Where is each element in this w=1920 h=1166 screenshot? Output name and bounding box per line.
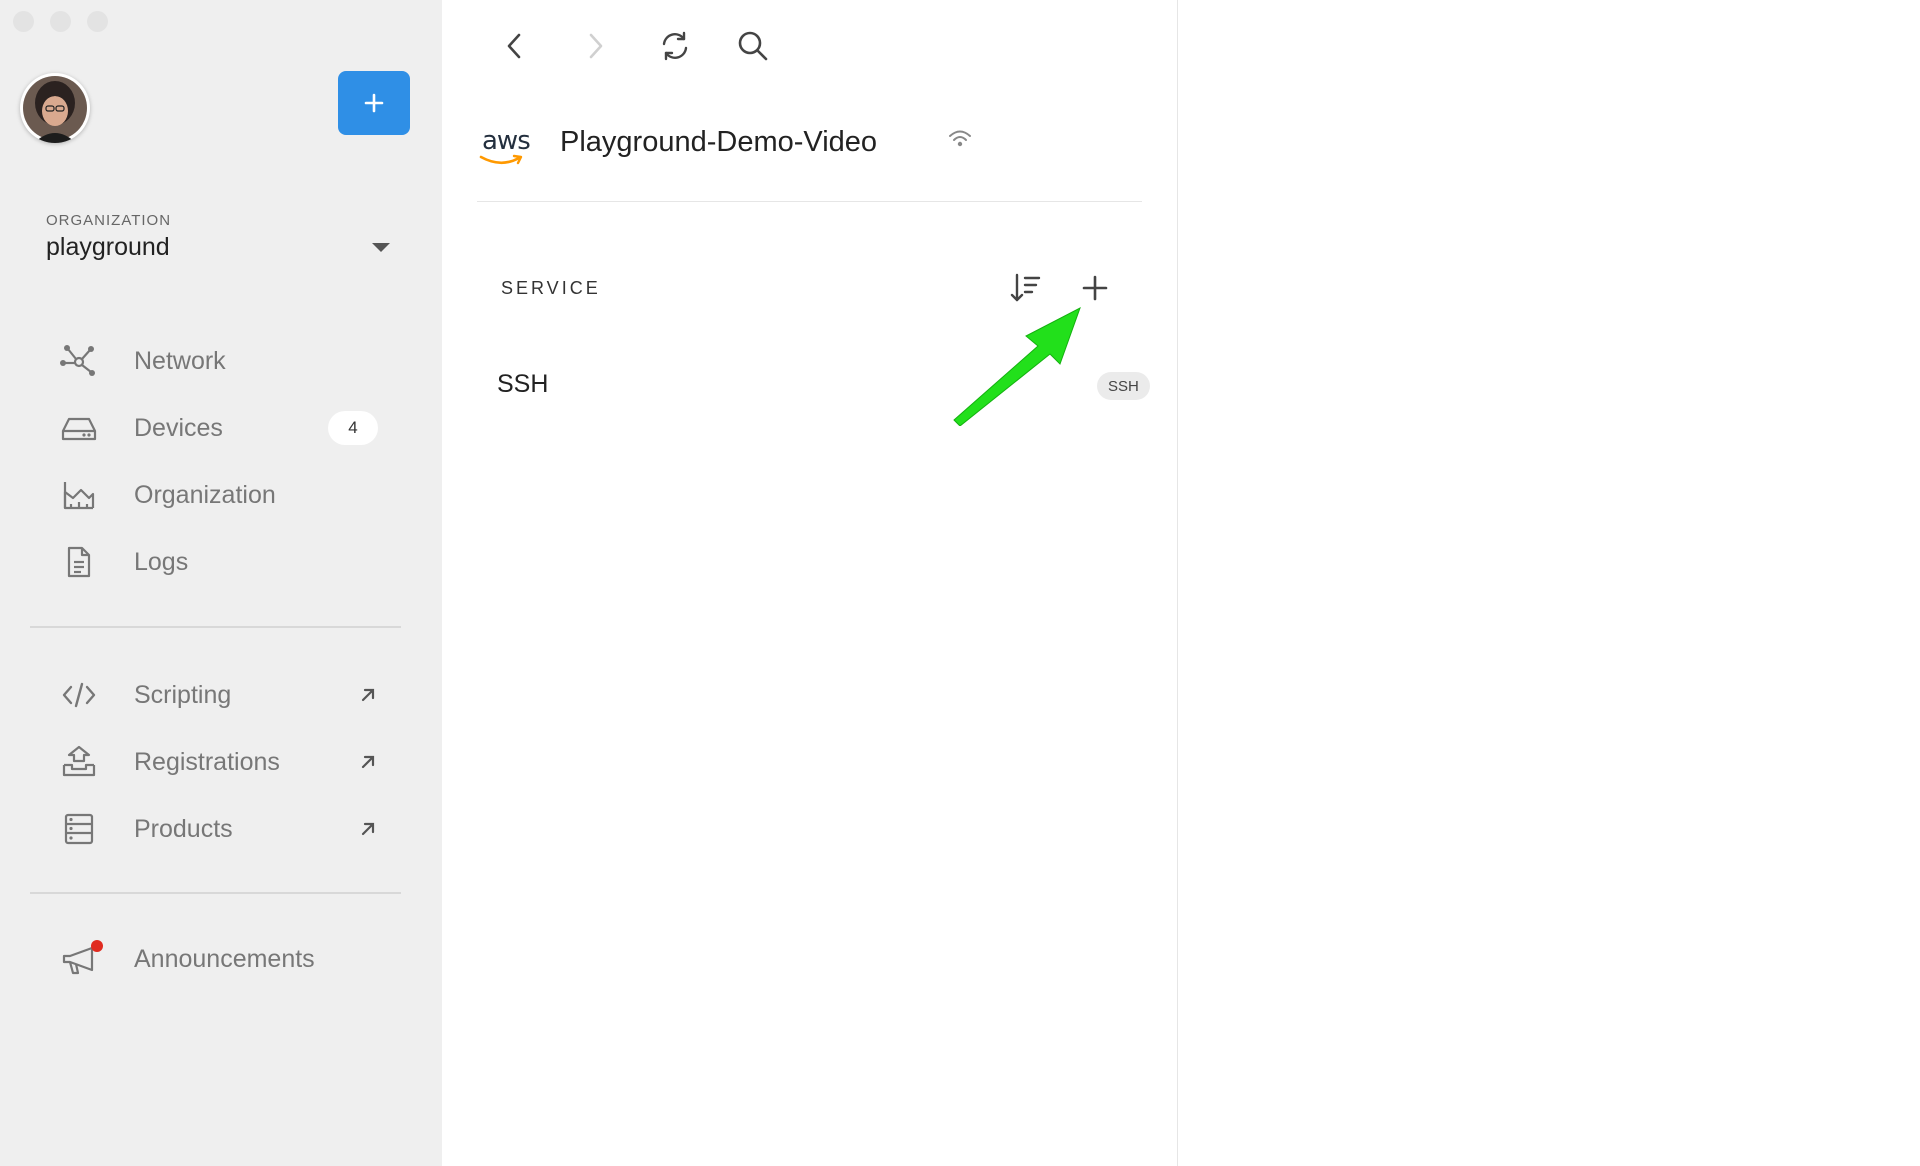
sidebar-item-logs[interactable]: Logs <box>58 537 398 587</box>
chevron-left-icon <box>507 33 521 59</box>
window-controls <box>13 11 108 32</box>
external-link-icon <box>361 755 375 769</box>
service-name: SSH <box>497 370 549 398</box>
service-type-badge: SSH <box>1097 372 1150 400</box>
sidebar-item-label: Scripting <box>134 680 232 709</box>
search-icon <box>738 31 768 61</box>
organization-icon <box>58 474 100 516</box>
organization-label: ORGANIZATION <box>46 212 172 229</box>
sidebar-item-label: Products <box>134 814 233 843</box>
sidebar: ORGANIZATION playground Network Devices … <box>0 0 442 1166</box>
sidebar-item-organization[interactable]: Organization <box>58 470 398 520</box>
aws-logo: aws <box>477 126 537 170</box>
search-button[interactable] <box>733 26 773 66</box>
maximize-window-button[interactable] <box>87 11 108 32</box>
aws-logo-text: aws <box>482 126 531 156</box>
avatar-image <box>23 76 87 143</box>
sidebar-divider <box>30 892 401 894</box>
sidebar-item-label: Registrations <box>134 747 280 776</box>
sidebar-item-scripting[interactable]: Scripting <box>58 670 398 720</box>
devices-count-badge: 4 <box>328 411 378 445</box>
logs-icon <box>58 541 100 583</box>
devices-icon <box>58 407 100 449</box>
minimize-window-button[interactable] <box>50 11 71 32</box>
device-name: Playground-Demo-Video <box>560 126 878 158</box>
sidebar-divider <box>30 626 401 628</box>
avatar[interactable] <box>20 73 90 143</box>
network-icon <box>58 340 100 382</box>
chevron-right-icon <box>589 33 603 59</box>
aws-smile-icon <box>479 154 523 165</box>
forward-button[interactable] <box>575 26 615 66</box>
sidebar-item-announcements[interactable]: Announcements <box>58 934 398 984</box>
notification-dot <box>91 940 103 952</box>
external-link-icon <box>361 688 375 702</box>
close-window-button[interactable] <box>13 11 34 32</box>
products-icon <box>58 808 100 850</box>
device-header: aws Playground-Demo-Video <box>477 100 1142 202</box>
annotation-arrow-icon <box>953 306 1081 426</box>
service-section-label: SERVICE <box>501 278 601 298</box>
sidebar-item-label: Network <box>134 346 226 375</box>
detail-panel <box>1178 0 1920 1166</box>
external-link-icon <box>361 822 375 836</box>
code-icon <box>58 674 100 716</box>
organization-select[interactable]: playground <box>46 233 170 262</box>
sidebar-item-label: Organization <box>134 480 276 509</box>
wifi-icon <box>949 130 971 147</box>
device-panel: aws Playground-Demo-Video SERVICE SSH SS… <box>442 0 1178 1166</box>
plus-icon <box>364 93 384 113</box>
sidebar-item-label: Devices <box>134 413 223 442</box>
sidebar-item-label: Logs <box>134 547 189 576</box>
sidebar-item-registrations[interactable]: Registrations <box>58 737 398 787</box>
refresh-icon <box>662 31 688 61</box>
megaphone-icon <box>58 938 103 980</box>
upload-icon <box>58 741 100 783</box>
sidebar-item-label: Announcements <box>134 944 315 973</box>
add-button[interactable] <box>338 71 410 135</box>
chevron-down-icon[interactable] <box>372 243 390 252</box>
back-button[interactable] <box>495 26 535 66</box>
sidebar-item-devices[interactable]: Devices 4 <box>58 403 398 453</box>
sidebar-item-network[interactable]: Network <box>58 336 398 386</box>
sidebar-item-products[interactable]: Products <box>58 804 398 854</box>
refresh-button[interactable] <box>655 26 695 66</box>
